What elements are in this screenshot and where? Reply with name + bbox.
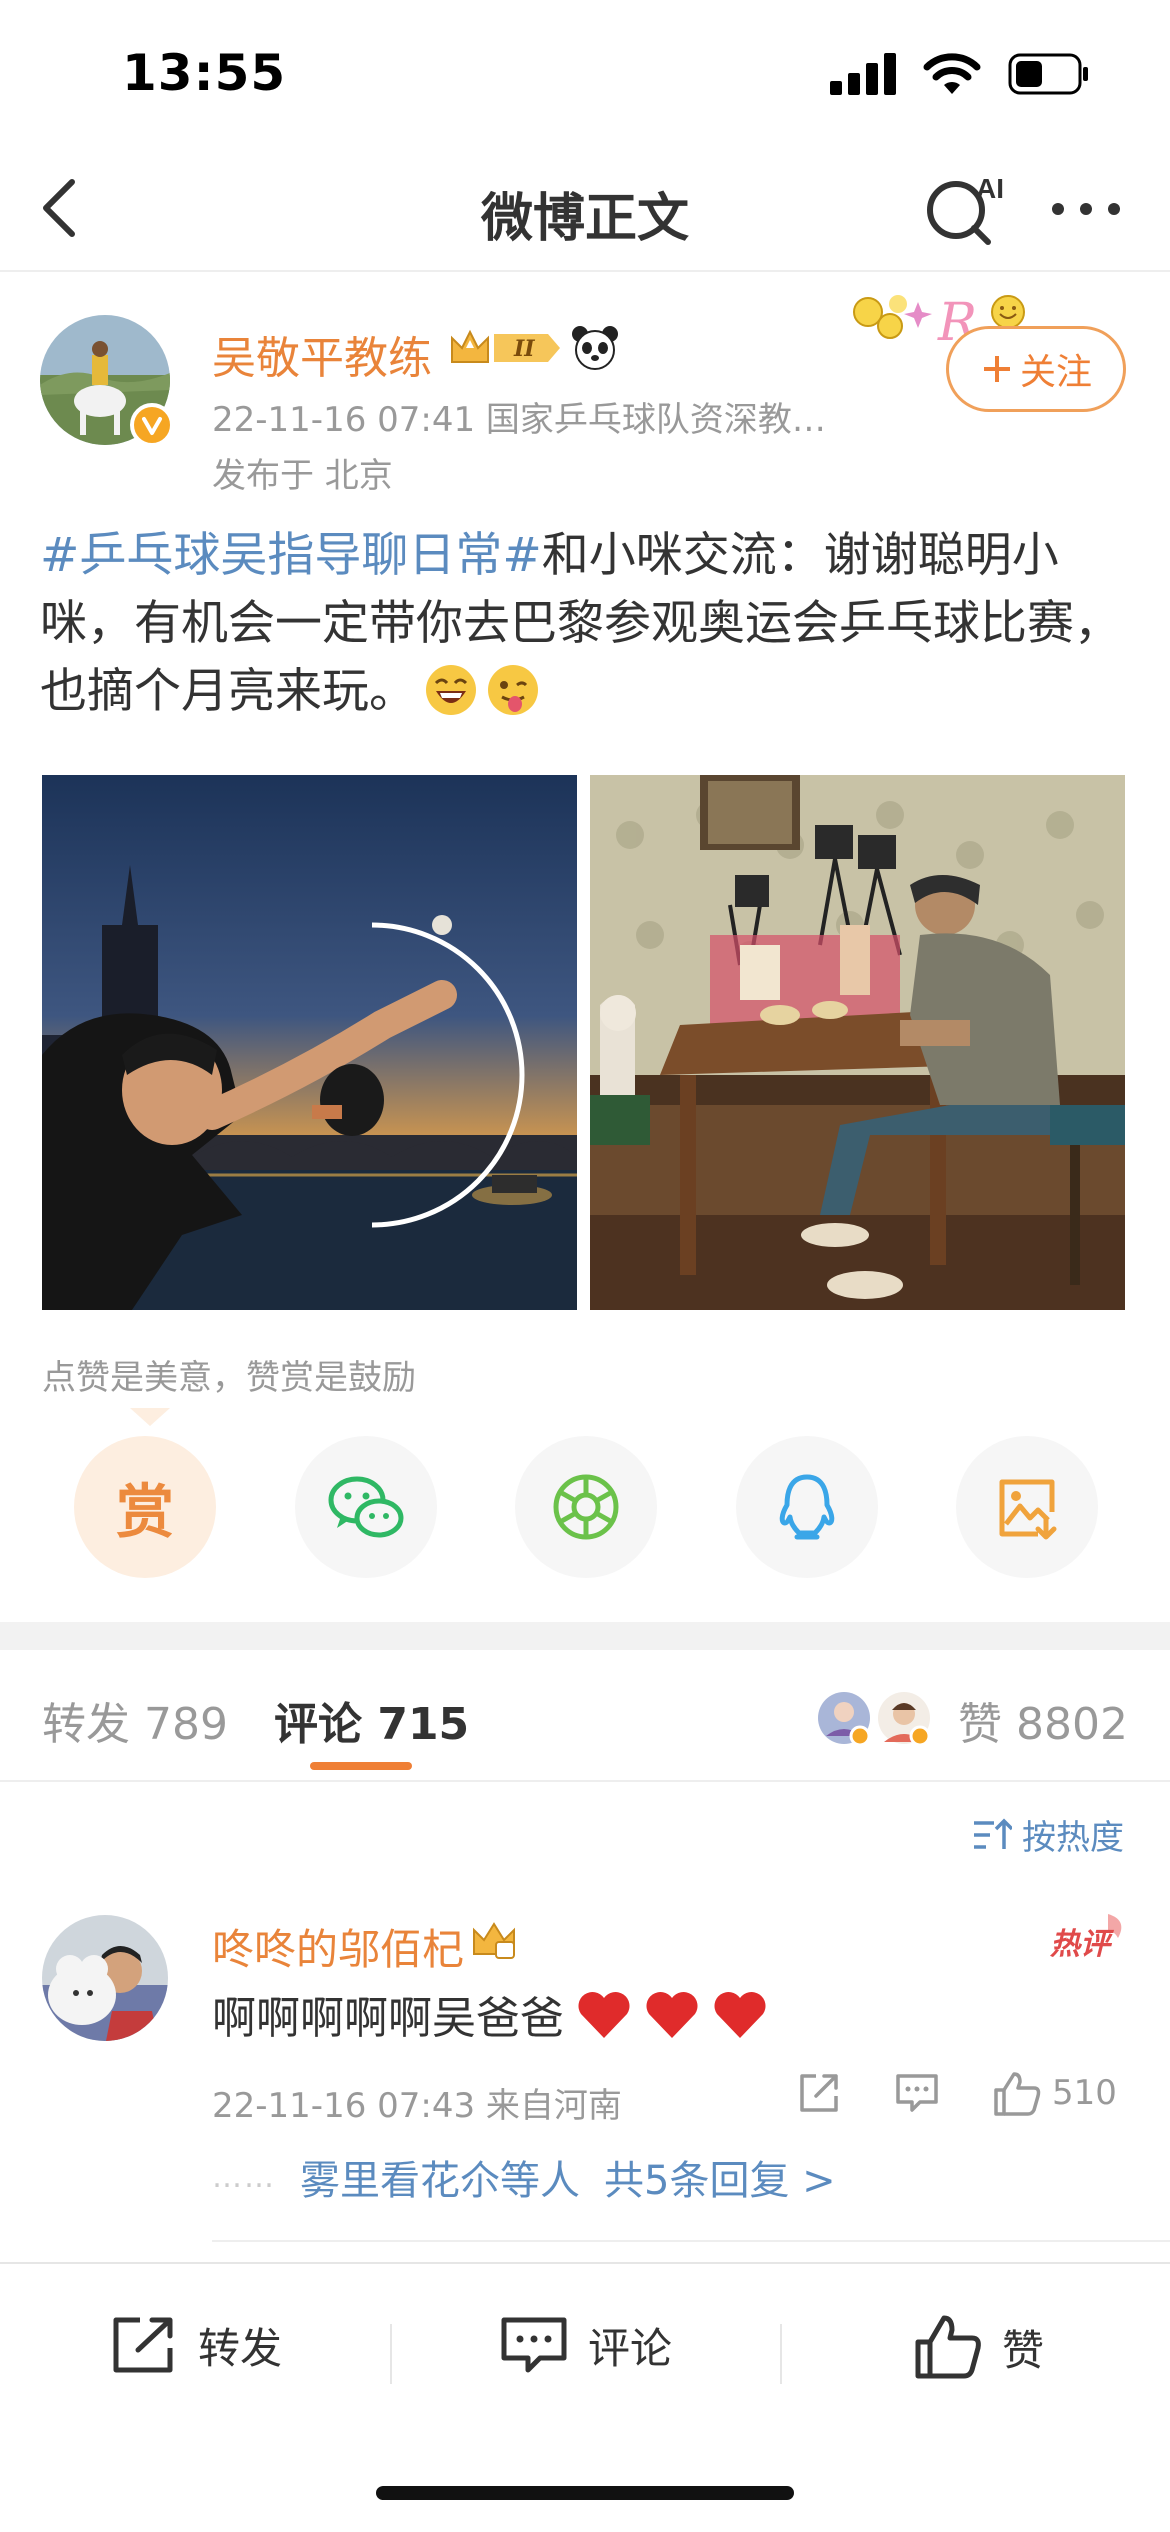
sort-icon (974, 1818, 1012, 1849)
comment-repost-icon[interactable] (796, 2070, 842, 2116)
home-indicator[interactable] (376, 2486, 794, 2500)
battery-icon (1008, 53, 1088, 95)
follow-button[interactable]: 关注 (946, 326, 1126, 412)
comment-actions: 510 (796, 2070, 1117, 2116)
heart-emoji-icon (578, 1991, 630, 2038)
verified-badge-icon (130, 403, 174, 447)
ai-search-icon: AI (927, 173, 1004, 245)
bottom-separator (390, 2324, 392, 2384)
reply-count: 共5条回复 > (604, 2158, 836, 2204)
commenter-crown-badge-icon (473, 1922, 515, 1959)
bottom-like-button[interactable]: 赞 (914, 2314, 1044, 2380)
tab-repost-count: 789 (144, 1699, 228, 1750)
status-icons (830, 52, 1090, 96)
tab-like-count: 8802 (1016, 1699, 1128, 1750)
share-wechat-button[interactable] (294, 1436, 437, 1578)
reply-dots: …… (212, 2159, 276, 2195)
bottom-repost-button[interactable]: 转发 (110, 2314, 282, 2376)
moments-icon (553, 1474, 619, 1540)
reply-users: 雾里看花尒等人 (300, 2158, 580, 2204)
panda-badge-icon (572, 326, 618, 370)
save-image-icon (999, 1479, 1057, 1540)
topic-tag[interactable]: #乒乓球吴指导聊日常# (40, 528, 542, 583)
tab-comment-label: 评论 (274, 1699, 362, 1750)
repost-icon (113, 2317, 173, 2373)
sort-label: 按热度 (1022, 1818, 1124, 1858)
tab-comment[interactable]: 评论 715 (274, 1688, 469, 1752)
heart-emoji-icon (646, 1991, 698, 2038)
commenter-name[interactable]: 咚咚的邬佰杞 (212, 1916, 464, 1977)
tab-repost[interactable]: 转发 789 (42, 1688, 228, 1752)
cellular-signal-icon (830, 53, 896, 95)
comment-divider (212, 2240, 1170, 2242)
tab-like[interactable]: 赞 8802 (958, 1688, 1128, 1752)
status-time: 13:55 (122, 44, 287, 102)
ai-label: AI (976, 173, 1004, 204)
like-icon (915, 2315, 981, 2379)
reward-label: 赏 (115, 1478, 174, 1546)
comment-icon (501, 2317, 567, 2373)
post-meta: 22-11-16 07:41 国家乒乓球队资深教… (212, 400, 826, 440)
ai-search-button[interactable]: AI (922, 168, 1012, 248)
post-image-2[interactable] (590, 775, 1125, 1310)
wifi-icon (923, 53, 981, 94)
heart-emoji-icon (714, 1991, 766, 2038)
bottom-comment-button[interactable]: 评论 (500, 2314, 672, 2376)
bottom-like-label: 赞 (1002, 2325, 1045, 2375)
comment-like-count: 510 (1052, 2073, 1117, 2113)
hot-comment-badge-icon: 热评 (1049, 1914, 1122, 1962)
status-bar: 13:55 (0, 0, 1170, 150)
commenter-avatar[interactable] (42, 1915, 168, 2041)
author-avatar[interactable] (40, 315, 174, 447)
bottom-repost-label: 转发 (198, 2323, 283, 2373)
nav-bar: 微博正文 AI (0, 150, 1170, 272)
plus-icon (983, 356, 1010, 382)
post-location: 发布于 北京 (212, 456, 393, 496)
share-row: 赏 (74, 1436, 1098, 1578)
reward-hint: 点赞是美意，赞赏是鼓励 (42, 1358, 416, 1398)
tab-comment-count: 715 (377, 1699, 470, 1750)
replies-link[interactable]: …… 雾里看花尒等人 共5条回复 > (212, 2148, 836, 2206)
reward-button[interactable]: 赏 (74, 1436, 216, 1578)
author-name[interactable]: 吴敬平教练 (212, 322, 432, 386)
tab-repost-label: 转发 (42, 1699, 130, 1750)
reward-pointer (130, 1408, 170, 1426)
active-tab-indicator (310, 1762, 412, 1770)
follow-label: 关注 (1019, 352, 1092, 393)
share-moments-button[interactable] (515, 1436, 657, 1578)
comment-text-body: 啊啊啊啊啊吴爸爸 (212, 1993, 564, 2044)
hot-label: 热评 (1049, 1927, 1115, 1962)
crown-level: II (513, 336, 535, 362)
sort-by-hot-button[interactable]: 按热度 (972, 1810, 1124, 1859)
more-options-icon[interactable] (1046, 184, 1126, 234)
comment-text: 啊啊啊啊啊吴爸爸 (212, 1982, 768, 2046)
section-divider (0, 1622, 1170, 1650)
bottom-separator (780, 2324, 782, 2384)
vip-crown-badge-icon[interactable]: II (448, 326, 562, 370)
post-image-1[interactable] (42, 775, 577, 1310)
liker-avatars[interactable] (818, 1688, 938, 1748)
qq-icon (779, 1474, 834, 1540)
comment-meta: 22-11-16 07:43 来自河南 (212, 2086, 622, 2126)
bottom-comment-label: 评论 (588, 2323, 673, 2373)
tabs-border (0, 1780, 1170, 1782)
wechat-icon (328, 1476, 403, 1538)
comment-like-icon[interactable] (992, 2070, 1042, 2116)
post-text: #乒乓球吴指导聊日常#和小咪交流：谢谢聪明小咪，有机会一定带你去巴黎参观奥运会乒… (40, 522, 1130, 726)
tongue-out-emoji-icon (488, 665, 538, 715)
share-qq-button[interactable] (735, 1436, 878, 1578)
laughing-emoji-icon (426, 665, 476, 715)
tab-like-label: 赞 (958, 1699, 1002, 1750)
comment-reply-icon[interactable] (894, 2070, 940, 2116)
share-save-image-button[interactable] (956, 1436, 1098, 1578)
